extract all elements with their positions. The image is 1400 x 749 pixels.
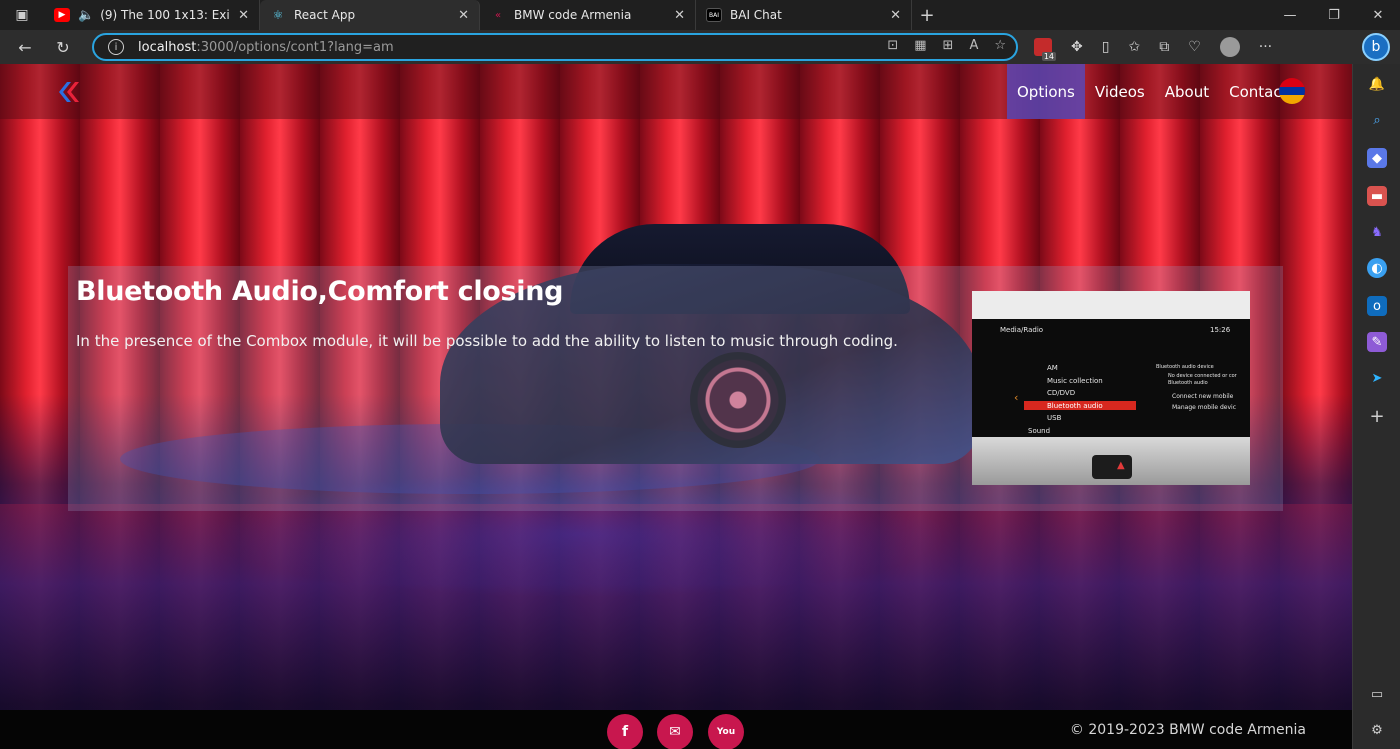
nav-videos[interactable]: Videos bbox=[1085, 64, 1155, 119]
bmw-logo-icon: « bbox=[494, 9, 502, 21]
edge-sidebar: 🔔 ⌕ ◆ ▬ ♞ ◐ o ✎ ➤ + ▭ ⚙ bbox=[1352, 64, 1400, 749]
tab-react-app[interactable]: ⚛ React App ✕ bbox=[260, 0, 480, 30]
tab-youtube[interactable]: ▶ 🔈 (9) The 100 1x13: Exit Music ✕ bbox=[44, 0, 260, 30]
feature-description: In the presence of the Combox module, it… bbox=[76, 332, 898, 350]
screen-item: USB bbox=[1047, 414, 1062, 422]
screen-header: Media/Radio bbox=[1000, 326, 1044, 334]
collections-icon[interactable]: ⧉ bbox=[1159, 39, 1169, 55]
browser-essentials-icon[interactable]: ♡ bbox=[1188, 39, 1201, 55]
browser-toolbar-icons: 14 ✥ ▯ ✩ ⧉ ♡ ··· bbox=[1034, 30, 1272, 64]
tab-bmw-code[interactable]: « BMW code Armenia ✕ bbox=[480, 0, 696, 30]
screen-item: CD/DVD bbox=[1047, 389, 1076, 397]
youtube-social-icon[interactable]: You bbox=[708, 714, 744, 749]
nav-about[interactable]: About bbox=[1155, 64, 1219, 119]
split-screen-icon[interactable]: ▯ bbox=[1102, 39, 1110, 55]
address-toolbar: ← ↻ i localhost:3000/options/cont1?lang=… bbox=[0, 30, 1400, 64]
sidebar-toggle-icon[interactable]: ▭ bbox=[1367, 684, 1387, 704]
browser-tab-bar: ▣ ▶ 🔈 (9) The 100 1x13: Exit Music ✕ ⚛ R… bbox=[0, 0, 1400, 30]
screen-item: AM bbox=[1047, 364, 1058, 372]
send-icon[interactable]: ➤ bbox=[1367, 368, 1387, 388]
shopping-tag-icon[interactable]: ◆ bbox=[1367, 148, 1387, 168]
outlook-icon[interactable]: o bbox=[1367, 296, 1387, 316]
screen-right-note: Bluetooth audio bbox=[1168, 380, 1208, 386]
hazard-triangle-icon: ▲ bbox=[1117, 460, 1125, 471]
address-bar-actions: ⊡ ▦ ⊞ A ☆ bbox=[887, 38, 1006, 53]
site-logo-icon[interactable] bbox=[57, 82, 81, 102]
add-icon[interactable]: + bbox=[1367, 406, 1387, 427]
feature-title: Bluetooth Audio,Comfort closing bbox=[76, 276, 564, 307]
close-window-icon[interactable]: ✕ bbox=[1356, 0, 1400, 30]
badge-count: 14 bbox=[1041, 52, 1056, 61]
react-icon: ⚛ bbox=[272, 8, 284, 22]
site-info-icon[interactable]: i bbox=[108, 39, 124, 55]
bai-icon: BAI bbox=[706, 8, 722, 22]
feature-image: Media/Radio 15:26 AM Music collection CD… bbox=[972, 291, 1250, 485]
bing-chat-icon[interactable]: b bbox=[1362, 33, 1390, 61]
tab-label: React App bbox=[294, 8, 356, 22]
tab-actions-icon[interactable]: ▣ bbox=[0, 0, 44, 30]
close-tab-icon[interactable]: ✕ bbox=[238, 8, 249, 23]
hazard-button bbox=[1092, 455, 1132, 479]
email-icon[interactable]: ✉ bbox=[657, 714, 693, 749]
screen-sound: Sound bbox=[1028, 427, 1051, 435]
facebook-icon[interactable]: f bbox=[607, 714, 643, 749]
url-path: :3000/options/cont1?lang=am bbox=[196, 39, 394, 55]
copyright-text: © 2019-2023 BMW code Armenia bbox=[1069, 722, 1306, 738]
tools-icon[interactable]: ▬ bbox=[1367, 186, 1387, 206]
back-icon[interactable]: ← bbox=[6, 30, 44, 64]
language-flag-armenia[interactable] bbox=[1279, 78, 1305, 104]
refresh-icon[interactable]: ↻ bbox=[44, 30, 82, 64]
search-icon[interactable]: ⌕ bbox=[1367, 110, 1387, 130]
screen-right-option: Manage mobile devic bbox=[1172, 404, 1237, 411]
read-aloud-icon[interactable]: A bbox=[969, 38, 978, 53]
app-available-icon[interactable]: ⊡ bbox=[887, 38, 898, 53]
screen-item: Music collection bbox=[1047, 377, 1103, 385]
tab-label: (9) The 100 1x13: Exit Music bbox=[100, 8, 230, 22]
tab-label: BMW code Armenia bbox=[514, 8, 632, 22]
extensions-icon[interactable]: ✥ bbox=[1071, 39, 1083, 55]
tab-bai-chat[interactable]: BAI BAI Chat ✕ bbox=[696, 0, 912, 30]
screen-item-selected: Bluetooth audio bbox=[1047, 402, 1103, 410]
tab-label: BAI Chat bbox=[730, 8, 782, 22]
main-nav: Options Videos About Contact bbox=[1007, 64, 1297, 119]
profile-avatar[interactable] bbox=[1219, 37, 1240, 57]
extension-badge-icon[interactable]: 14 bbox=[1034, 38, 1056, 61]
url-host: localhost bbox=[138, 39, 197, 55]
youtube-icon: ▶ bbox=[54, 8, 70, 22]
screen-right-title: Bluetooth audio device bbox=[1156, 364, 1214, 370]
restore-icon[interactable]: ❐ bbox=[1312, 0, 1356, 30]
minimize-icon[interactable]: — bbox=[1268, 0, 1312, 30]
designer-icon[interactable]: ✎ bbox=[1367, 332, 1387, 352]
qr-code-icon[interactable]: ▦ bbox=[914, 38, 926, 53]
screen-back-chevron-icon: ‹ bbox=[1014, 391, 1019, 404]
favorite-star-icon[interactable]: ☆ bbox=[994, 38, 1006, 53]
new-tab-button[interactable]: + bbox=[912, 0, 942, 30]
notification-bell-icon[interactable]: 🔔 bbox=[1367, 74, 1387, 94]
close-tab-icon[interactable]: ✕ bbox=[890, 8, 901, 23]
apps-icon[interactable]: ⊞ bbox=[943, 38, 954, 53]
microsoft365-icon[interactable]: ◐ bbox=[1367, 258, 1387, 278]
flag-stripe-blue bbox=[1279, 86, 1305, 96]
games-icon[interactable]: ♞ bbox=[1367, 222, 1387, 242]
close-tab-icon[interactable]: ✕ bbox=[674, 8, 685, 23]
screen-right-option: Connect new mobile bbox=[1172, 393, 1234, 400]
site-footer: f ✉ You © 2019-2023 BMW code Armenia bbox=[0, 710, 1352, 749]
more-options-icon[interactable]: ··· bbox=[1259, 39, 1272, 55]
address-bar[interactable]: i localhost:3000/options/cont1?lang=am ⊡… bbox=[92, 33, 1018, 61]
web-page: Options Videos About Contact Bluetooth A… bbox=[0, 64, 1352, 749]
settings-gear-icon[interactable]: ⚙ bbox=[1367, 720, 1387, 740]
window-controls: — ❐ ✕ bbox=[1268, 0, 1400, 30]
feature-panel: Bluetooth Audio,Comfort closing In the p… bbox=[68, 266, 1283, 511]
screen-time: 15:26 bbox=[1210, 326, 1231, 334]
site-header: Options Videos About Contact bbox=[0, 64, 1352, 119]
close-tab-icon[interactable]: ✕ bbox=[458, 8, 469, 23]
nav-options[interactable]: Options bbox=[1007, 64, 1085, 119]
speaker-icon[interactable]: 🔈 bbox=[78, 8, 94, 23]
screen-right-note: No device connected or cor bbox=[1168, 373, 1237, 379]
favorites-icon[interactable]: ✩ bbox=[1128, 39, 1140, 55]
